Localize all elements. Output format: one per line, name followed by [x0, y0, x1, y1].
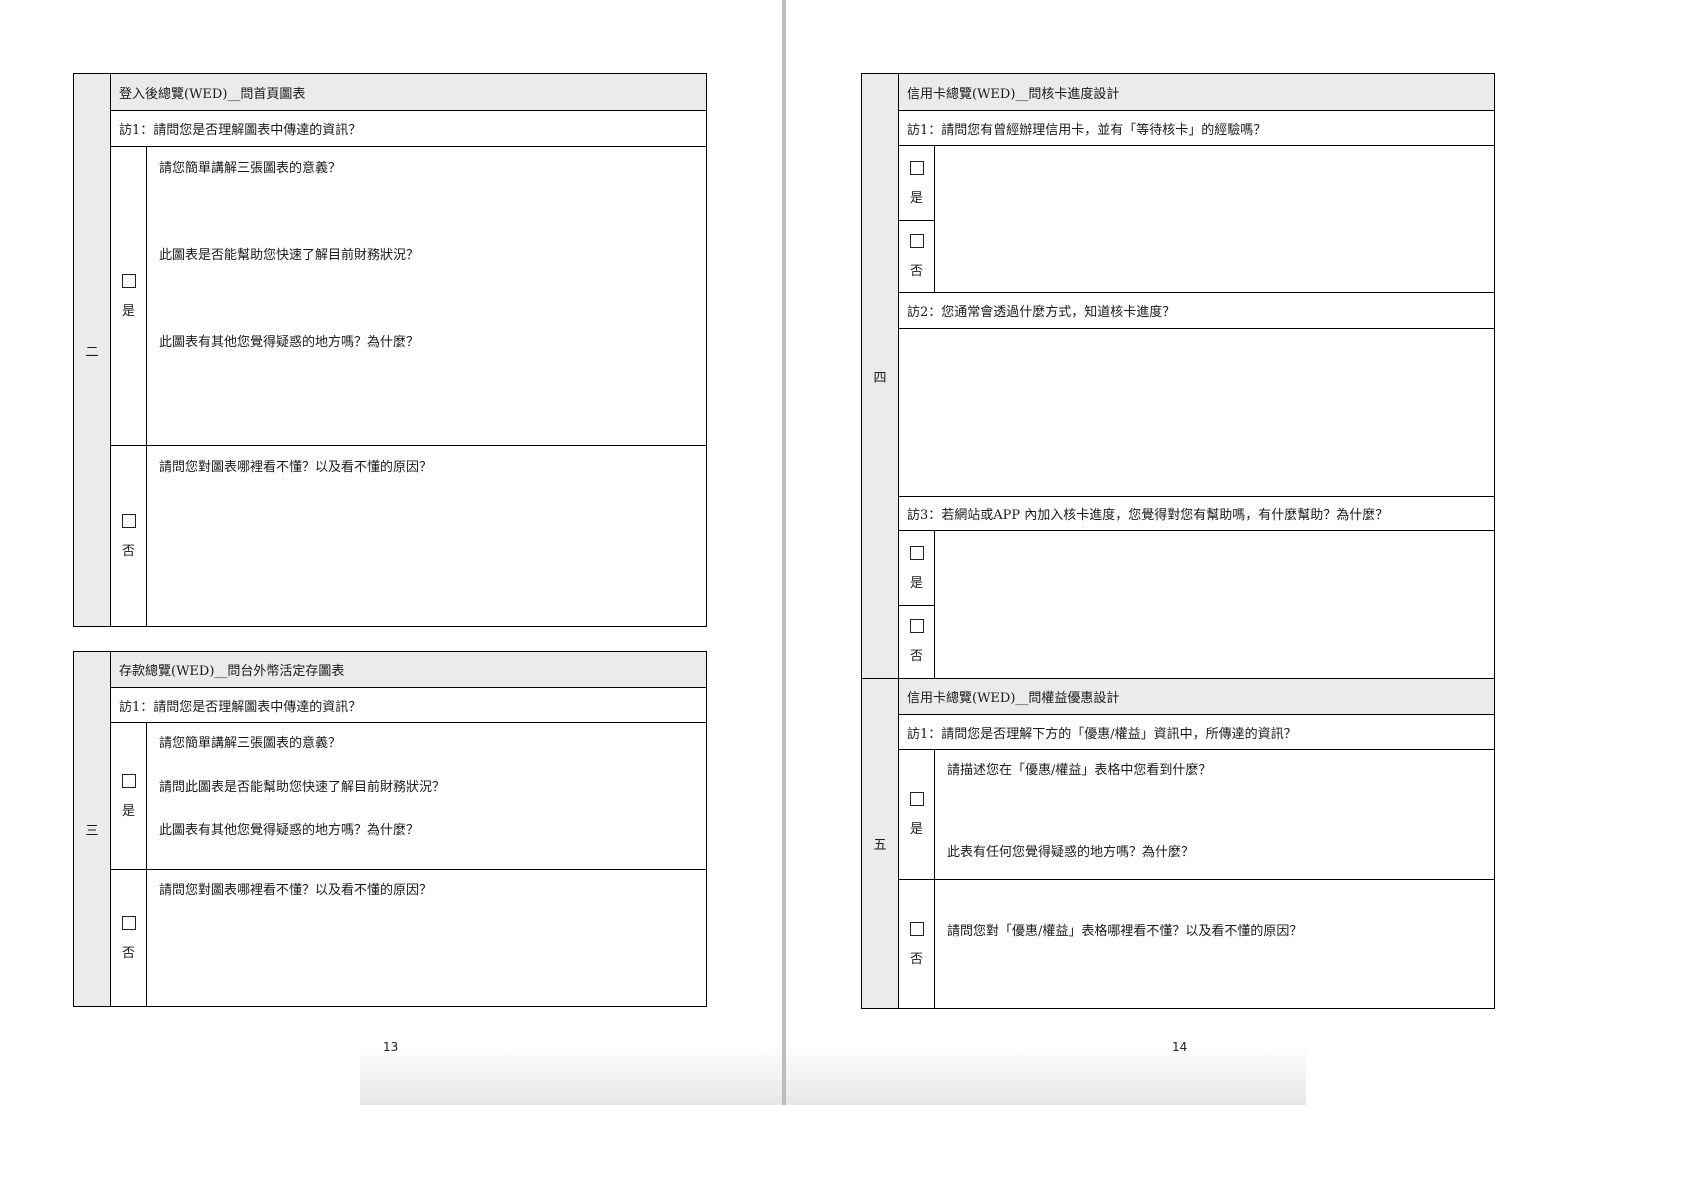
section-four-q1: 訪1：請問您有曾經辦理信用卡，並有「等待核卡」的經驗嗎？: [899, 111, 1494, 146]
section-five-header: 信用卡總覽(WED)__問權益優惠設計: [899, 679, 1494, 715]
section-two-header: 登入後總覽(WED)__問首頁圖表: [111, 74, 706, 111]
checkbox-icon[interactable]: [909, 619, 924, 633]
section-three-no-prompt: 請問您對圖表哪裡看不懂？以及看不懂的原因？: [159, 883, 433, 898]
section-four-q3-no-option[interactable]: 否: [899, 605, 935, 678]
checkbox-icon[interactable]: [909, 545, 924, 560]
section-two-no-prompt: 請問您對圖表哪裡看不懂？以及看不懂的原因？: [159, 460, 433, 475]
section-three-no-option[interactable]: 否: [111, 870, 147, 1006]
checkbox-icon[interactable]: [909, 921, 924, 936]
section-four-q1-no-option[interactable]: 否: [899, 220, 935, 293]
section-three-yes-option[interactable]: 是: [111, 723, 147, 869]
section-four-q1-answer: 是 否: [899, 146, 1494, 293]
checkbox-icon[interactable]: [121, 273, 136, 288]
section-five-yes-option[interactable]: 是: [899, 750, 935, 879]
section-three-yes-prompt-3: 此圖表有其他您覺得疑惑的地方嗎？為什麼？: [159, 823, 420, 838]
no-label: 否: [121, 543, 135, 559]
page-14: 四 信用卡總覽(WED)__問核卡進度設計 訪1：請問您有曾經辦理信用卡，並有「…: [786, 0, 1568, 1105]
section-four-q1-yes-option[interactable]: 是: [899, 146, 935, 220]
checkbox-icon[interactable]: [909, 160, 924, 175]
yes-label: 是: [909, 575, 923, 591]
section-two-q1: 訪1：請問您是否理解圖表中傳達的資訊？: [111, 111, 706, 147]
section-four-q3-answer: 是 否: [899, 531, 1494, 678]
row-label-five: 五: [862, 679, 899, 1008]
checkbox-icon[interactable]: [909, 792, 924, 806]
page-shadow: [360, 1045, 782, 1105]
section-four-q3-yes-option[interactable]: 是: [899, 531, 935, 605]
yes-label: 是: [121, 303, 135, 319]
section-four-header: 信用卡總覽(WED)__問核卡進度設計: [899, 74, 1494, 111]
section-two-table: 二 登入後總覽(WED)__問首頁圖表 訪1：請問您是否理解圖表中傳達的資訊？ …: [73, 73, 707, 627]
section-four-q2: 訪2：您通常會透過什麼方式，知道核卡進度？: [899, 293, 1494, 329]
page-13: 二 登入後總覽(WED)__問首頁圖表 訪1：請問您是否理解圖表中傳達的資訊？ …: [0, 0, 782, 1105]
page-number: 13: [383, 1040, 399, 1054]
section-three-yes-block: 是 請您簡單講解三張圖表的意義？ 請問此圖表是否能幫助您快速了解目前財務狀況？ …: [111, 723, 706, 870]
checkbox-icon[interactable]: [121, 915, 136, 930]
page-shadow: [786, 1045, 1306, 1105]
section-five-table: 五 信用卡總覽(WED)__問權益優惠設計 訪1：請問您是否理解下方的「優惠/權…: [861, 678, 1495, 1009]
row-label-four: 四: [862, 74, 899, 678]
section-three-header: 存款總覽(WED)__問台外幣活定存圖表: [111, 652, 706, 688]
section-five-q1: 訪1：請問您是否理解下方的「優惠/權益」資訊中，所傳達的資訊？: [899, 715, 1494, 750]
page-number: 14: [1172, 1040, 1188, 1054]
section-five-no-block: 否 請問您對「優惠/權益」表格哪裡看不懂？以及看不懂的原因？: [899, 880, 1494, 1008]
no-label: 否: [121, 945, 135, 961]
section-four-q3: 訪3：若網站或APP 內加入核卡進度，您覺得對您有幫助嗎，有什麼幫助？為什麼？: [899, 497, 1494, 531]
section-three-yes-prompt-2: 請問此圖表是否能幫助您快速了解目前財務狀況？: [159, 780, 446, 795]
row-label-three: 三: [74, 652, 111, 1006]
section-five-no-prompt: 請問您對「優惠/權益」表格哪裡看不懂？以及看不懂的原因？: [947, 924, 1303, 939]
section-four-table: 四 信用卡總覽(WED)__問核卡進度設計 訪1：請問您有曾經辦理信用卡，並有「…: [861, 73, 1495, 679]
section-two-yes-block: 是 請您簡單講解三張圖表的意義？ 此圖表是否能幫助您快速了解目前財務狀況？ 此圖…: [111, 147, 706, 446]
section-two-yes-prompt-1: 請您簡單講解三張圖表的意義？: [159, 161, 342, 176]
checkbox-icon[interactable]: [121, 513, 136, 528]
row-label-two: 二: [74, 74, 111, 626]
section-five-yes-prompt-2: 此表有任何您覺得疑惑的地方嗎？為什麼？: [947, 845, 1195, 860]
section-five-no-option[interactable]: 否: [899, 880, 935, 1008]
no-label: 否: [909, 649, 923, 664]
section-five-yes-prompt-1: 請描述您在「優惠/權益」表格中您看到什麼？: [947, 763, 1212, 778]
no-label: 否: [909, 264, 923, 279]
section-three-no-block: 否 請問您對圖表哪裡看不懂？以及看不懂的原因？: [111, 870, 706, 1006]
checkbox-icon[interactable]: [121, 773, 136, 788]
yes-label: 是: [909, 190, 923, 206]
yes-label: 是: [909, 822, 923, 837]
section-two-no-option[interactable]: 否: [111, 446, 147, 626]
section-two-yes-prompt-2: 此圖表是否能幫助您快速了解目前財務狀況？: [159, 248, 420, 263]
section-five-yes-block: 是 請描述您在「優惠/權益」表格中您看到什麼？ 此表有任何您覺得疑惑的地方嗎？為…: [899, 750, 1494, 880]
section-two-no-block: 否 請問您對圖表哪裡看不懂？以及看不懂的原因？: [111, 446, 706, 626]
section-three-table: 三 存款總覽(WED)__問台外幣活定存圖表 訪1：請問您是否理解圖表中傳達的資…: [73, 651, 707, 1007]
section-two-yes-option[interactable]: 是: [111, 147, 147, 445]
section-two-yes-prompt-3: 此圖表有其他您覺得疑惑的地方嗎？為什麼？: [159, 335, 420, 350]
yes-label: 是: [121, 803, 135, 819]
checkbox-icon[interactable]: [909, 234, 924, 248]
no-label: 否: [909, 951, 923, 967]
section-three-yes-prompt-1: 請您簡單講解三張圖表的意義？: [159, 736, 342, 751]
section-three-q1: 訪1：請問您是否理解圖表中傳達的資訊？: [111, 688, 706, 723]
section-four-q2-answer: [899, 329, 1494, 497]
